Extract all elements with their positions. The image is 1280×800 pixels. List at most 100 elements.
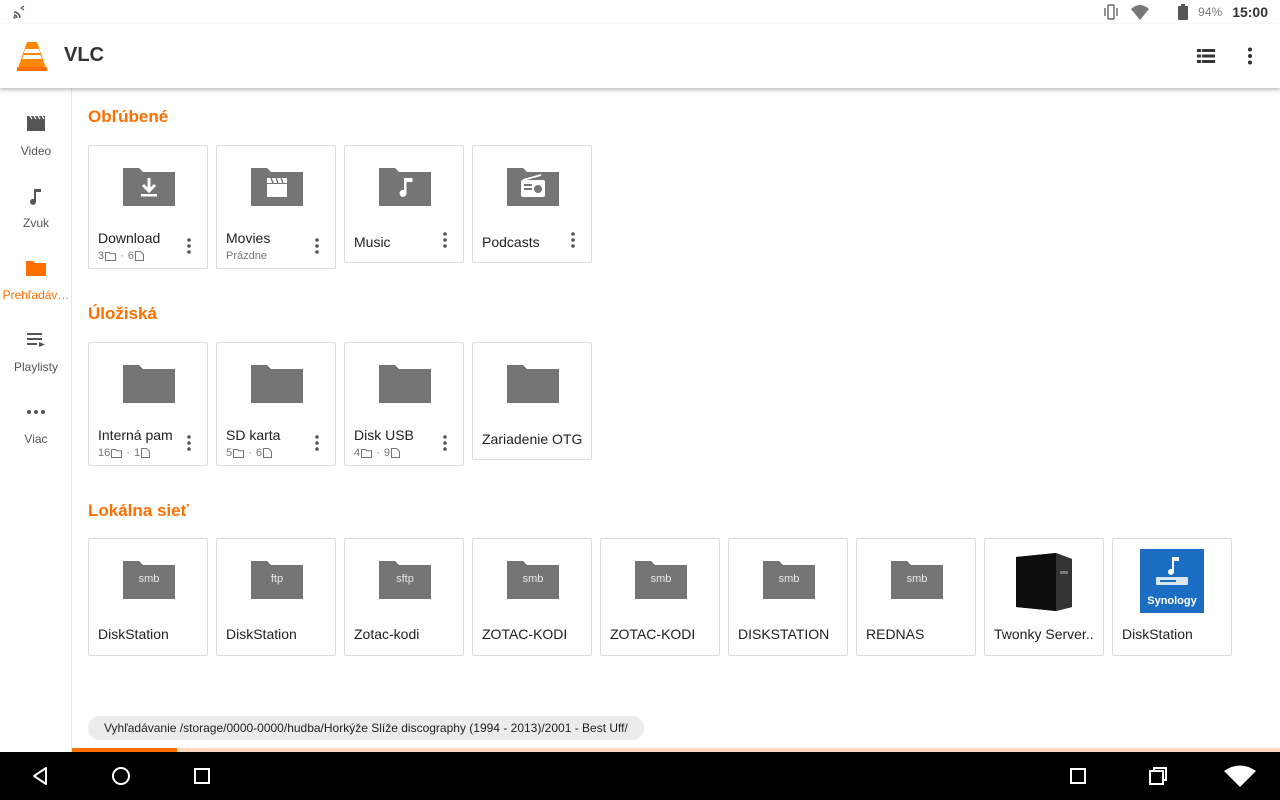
more-vert-icon[interactable] (181, 435, 197, 451)
file-count: 9 (383, 447, 391, 459)
card-title: Interná pam (98, 427, 173, 443)
card-subtitle: 5 · 6 (226, 447, 273, 459)
vibrate-icon (1104, 4, 1118, 20)
more-vert-icon[interactable] (181, 238, 197, 254)
clock: 15:00 (1232, 4, 1268, 20)
storage-card-usb[interactable]: Disk USB 4 · 9 (344, 342, 464, 466)
nav-item-video[interactable]: Video (0, 112, 72, 172)
card-title: ZOTAC-KODI (610, 626, 696, 642)
nav-item-label: Playlisty (13, 360, 58, 374)
folder-small-icon (233, 448, 245, 458)
more-vert-icon[interactable] (309, 435, 325, 451)
search-status-chip: Vyhľadávanie /storage/0000-0000/hudba/Ho… (88, 716, 644, 740)
storage-card-internal[interactable]: Interná pam 16 · 1 (88, 342, 208, 466)
card-title: Movies (226, 230, 271, 246)
card-subtitle: Prázdne (226, 250, 267, 262)
file-small-icon (135, 251, 145, 261)
folder-icon (26, 261, 46, 276)
more-vert-icon[interactable] (437, 232, 453, 248)
system-navigation-bar (0, 752, 1280, 800)
vlc-logo-icon (17, 42, 47, 71)
storage-card-otg[interactable]: Zariadenie OTG (472, 342, 592, 460)
cast-icon (13, 5, 25, 19)
app-title: VLC (64, 44, 104, 66)
screenshot-icon[interactable] (1066, 764, 1090, 788)
nav-item-label: Viac (24, 432, 48, 446)
more-vert-icon[interactable] (309, 238, 325, 254)
network-card[interactable]: sftp Zotac-kodi (344, 538, 464, 656)
favorite-card-movies[interactable]: Movies Prázdne (216, 145, 336, 269)
file-count: 6 (255, 447, 263, 459)
folder-icon (123, 365, 175, 403)
windows-icon[interactable] (1146, 764, 1170, 788)
card-title: Disk USB (354, 427, 414, 443)
browse-content: Obľúbené Download 3 · 6 Movies Prázdne M… (72, 88, 1280, 752)
synology-logo-text: Synology (1147, 595, 1197, 607)
synology-logo-icon: Synology (1140, 549, 1204, 613)
playlist-icon (27, 333, 45, 347)
more-vert-icon[interactable] (437, 435, 453, 451)
protocol-label: ftp (270, 573, 284, 585)
folder-count: 4 (354, 447, 361, 459)
app-bar: VLC (0, 24, 1280, 88)
folder-small-icon (361, 448, 373, 458)
card-title: DiskStation (226, 626, 297, 642)
home-icon[interactable] (109, 764, 133, 788)
protocol-label: smb (138, 573, 160, 585)
favorite-card-download[interactable]: Download 3 · 6 (88, 145, 208, 269)
protocol-label: smb (778, 573, 800, 585)
more-vert-icon[interactable] (565, 232, 581, 248)
protocol-label: sftp (396, 573, 414, 585)
nav-item-browse[interactable]: Prehľadáv… (0, 256, 72, 316)
battery-percent: 94% (1198, 5, 1223, 19)
network-card[interactable]: smb DISKSTATION (728, 538, 848, 656)
card-subtitle: 3 · 6 (98, 250, 145, 262)
network-card-synology[interactable]: Synology DiskStation (1112, 538, 1232, 656)
card-subtitle: 16 · 1 (98, 447, 151, 459)
card-title: DiskStation (1122, 626, 1193, 642)
network-card[interactable]: smb ZOTAC-KODI (600, 538, 720, 656)
folder-icon (251, 365, 303, 403)
wifi-icon[interactable] (1222, 764, 1258, 788)
folder-icon (507, 365, 559, 403)
music-folder-icon (379, 168, 431, 206)
card-title: Twonky Server.. (994, 626, 1094, 642)
nas-device-icon (1016, 553, 1072, 611)
card-title: Zotac-kodi (354, 626, 420, 642)
movies-folder-icon (251, 168, 303, 206)
section-title-storages: Úložiská (88, 304, 157, 323)
file-small-icon (391, 448, 401, 458)
nav-item-audio[interactable]: Zvuk (0, 184, 72, 244)
list-view-button[interactable] (1194, 44, 1218, 68)
nav-item-playlists[interactable]: Playlisty (0, 328, 72, 388)
network-card[interactable]: smb DiskStation (88, 538, 208, 656)
folder-count: 5 (226, 447, 233, 459)
file-small-icon (141, 448, 151, 458)
nav-item-label: Video (20, 144, 52, 158)
movie-icon (27, 115, 45, 131)
network-card[interactable]: ftp DiskStation (216, 538, 336, 656)
network-card[interactable]: smb REDNAS (856, 538, 976, 656)
network-card[interactable]: smb ZOTAC-KODI (472, 538, 592, 656)
storage-card-sd[interactable]: SD karta 5 · 6 (216, 342, 336, 466)
card-title: DISKSTATION (738, 626, 830, 642)
protocol-label: smb (906, 573, 928, 585)
favorite-card-podcasts[interactable]: Podcasts (472, 145, 592, 263)
recents-icon[interactable] (190, 764, 214, 788)
section-title-favorites: Obľúbené (88, 107, 169, 126)
music-note-icon (30, 189, 41, 205)
wifi-icon (1131, 5, 1150, 20)
network-card-twonky[interactable]: Twonky Server.. (984, 538, 1104, 656)
card-title: SD karta (226, 427, 281, 443)
card-title: Zariadenie OTG (482, 431, 582, 447)
overflow-menu-button[interactable] (1238, 44, 1262, 68)
favorite-card-music[interactable]: Music (344, 145, 464, 263)
nav-item-label: Prehľadáv… (2, 288, 70, 302)
back-icon[interactable] (28, 764, 52, 788)
file-count: 1 (134, 447, 141, 459)
card-subtitle: 4 · 9 (354, 447, 401, 459)
battery-icon (1178, 4, 1189, 20)
more-vert-icon (1248, 47, 1252, 65)
nav-item-label: Zvuk (22, 216, 49, 230)
nav-item-more[interactable]: Viac (0, 400, 72, 460)
